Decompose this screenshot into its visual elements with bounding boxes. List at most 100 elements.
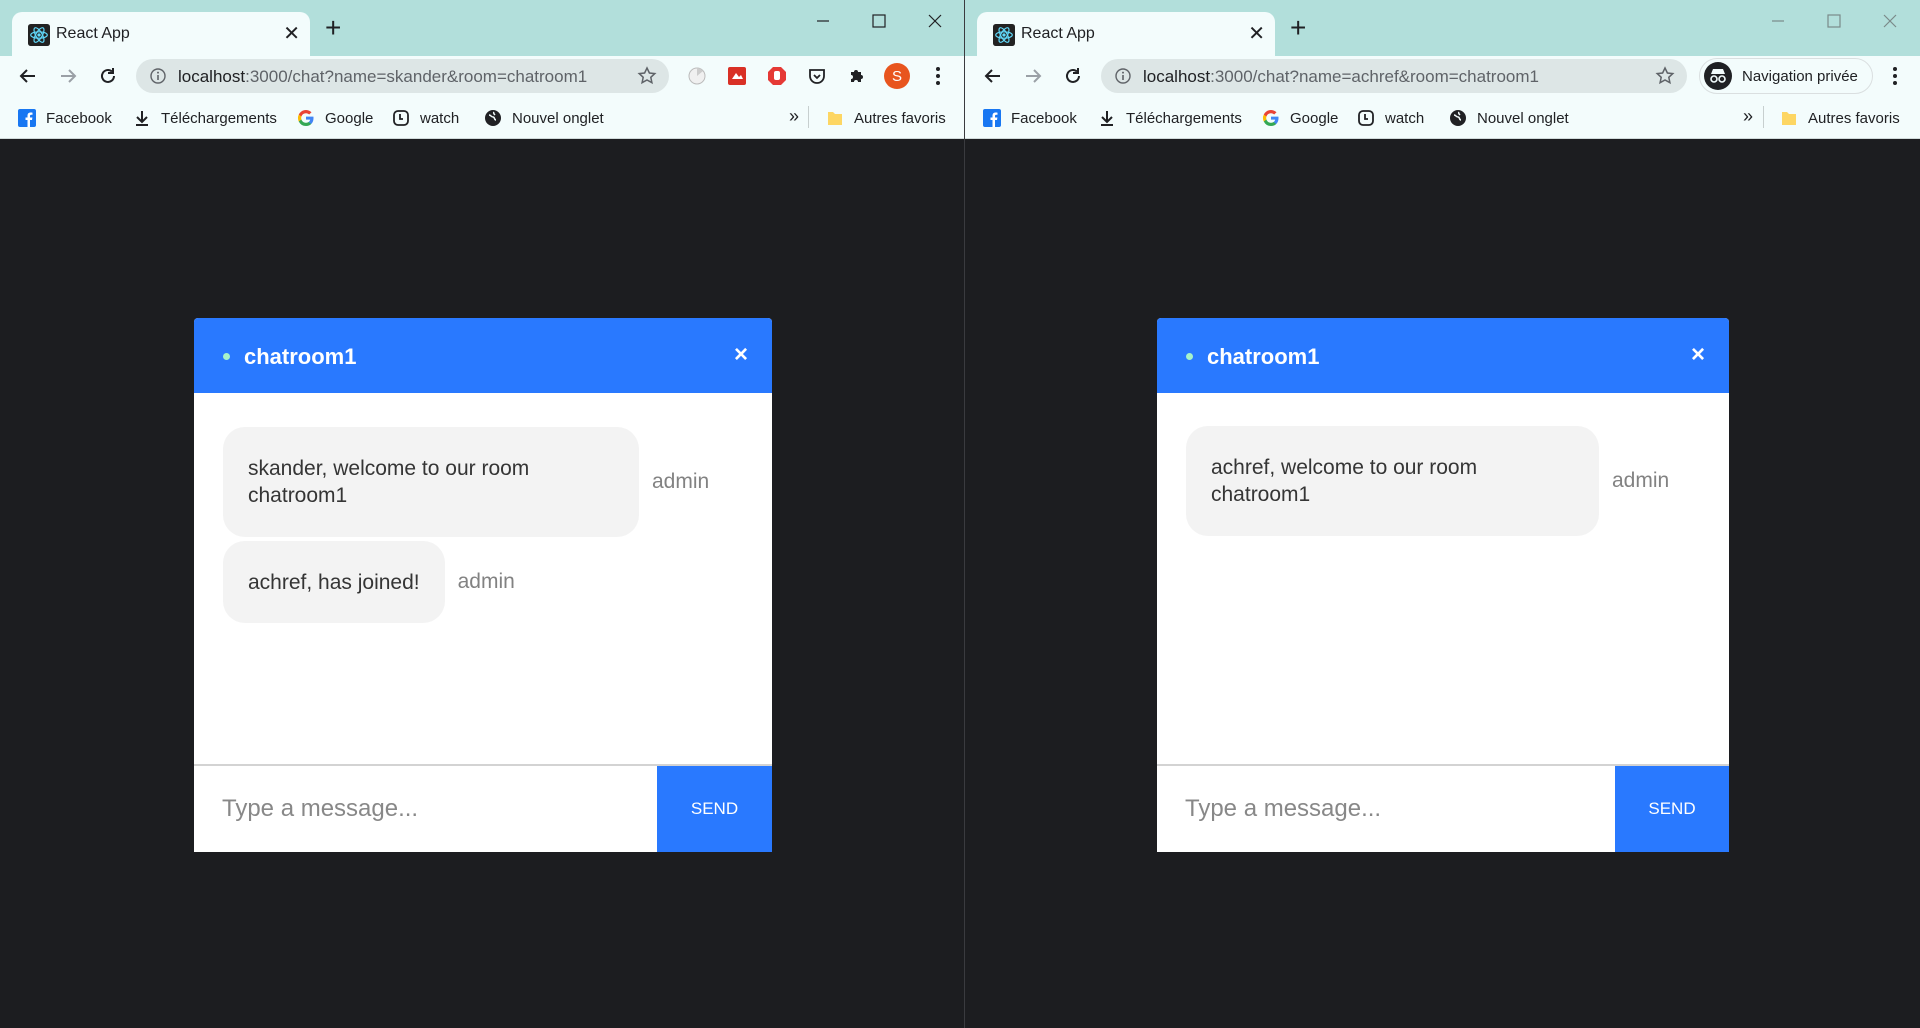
message-sender: admin <box>1612 469 1670 492</box>
toolbar: localhost:3000/chat?name=achref&room=cha… <box>965 56 1920 96</box>
forward-icon[interactable] <box>1019 62 1047 90</box>
bookmark-autres-favoris[interactable]: Autres favoris <box>826 107 946 129</box>
message-composer: SEND <box>194 764 772 852</box>
chat-card: chatroom1 × achref, welcome to our room … <box>1157 318 1729 852</box>
incognito-icon <box>1704 62 1732 90</box>
minimize-icon[interactable] <box>795 6 851 36</box>
bookmark-telechargements[interactable]: Téléchargements <box>133 107 277 129</box>
folder-icon <box>826 109 844 127</box>
bookmark-telechargements[interactable]: Téléchargements <box>1098 107 1242 129</box>
message-bubble: skander, welcome to our room chatroom1 <box>223 427 639 537</box>
window-close-icon[interactable] <box>1862 6 1918 36</box>
bookmark-facebook[interactable]: Facebook <box>983 107 1077 129</box>
forward-icon[interactable] <box>54 62 82 90</box>
message-input[interactable] <box>1157 766 1671 852</box>
react-icon <box>993 24 1015 46</box>
globe-icon <box>484 109 502 127</box>
send-button[interactable]: SEND <box>1615 766 1729 852</box>
profile-avatar[interactable]: S <box>884 63 910 89</box>
message-list: achref, welcome to our room chatroom1 ad… <box>1157 393 1729 783</box>
address-bar[interactable]: localhost:3000/chat?name=achref&room=cha… <box>1101 59 1687 93</box>
back-icon[interactable] <box>14 62 42 90</box>
menu-dots-icon[interactable] <box>1883 64 1907 88</box>
pocket-icon[interactable] <box>806 65 828 87</box>
bookmarks-separator <box>808 106 809 128</box>
bookmark-google[interactable]: Google <box>297 107 373 129</box>
address-bar[interactable]: localhost:3000/chat?name=skander&room=ch… <box>136 59 669 93</box>
bookmarks-separator <box>1763 106 1764 128</box>
window-close-icon[interactable] <box>907 6 963 36</box>
new-tab-icon[interactable]: + <box>325 14 341 42</box>
info-icon[interactable] <box>1115 68 1131 84</box>
bookmarks-bar: Facebook Téléchargements Google watch No… <box>965 96 1920 139</box>
watch-icon <box>392 109 410 127</box>
back-icon[interactable] <box>979 62 1007 90</box>
more-bookmarks-icon[interactable]: » <box>789 106 799 127</box>
tab-title: React App <box>56 25 130 42</box>
bookmark-watch[interactable]: watch <box>1357 107 1424 129</box>
chat-header: chatroom1 × <box>1157 318 1729 393</box>
bookmark-facebook[interactable]: Facebook <box>18 107 112 129</box>
minimize-icon[interactable] <box>1750 6 1806 36</box>
bookmark-nouvel-onglet[interactable]: Nouvel onglet <box>1449 107 1569 129</box>
red-extension-icon[interactable] <box>726 65 748 87</box>
bookmark-nouvel-onglet[interactable]: Nouvel onglet <box>484 107 604 129</box>
online-indicator <box>223 353 230 360</box>
chat-header: chatroom1 × <box>194 318 772 393</box>
puzzle-icon[interactable] <box>846 65 868 87</box>
globe-icon <box>1449 109 1467 127</box>
browser-tab[interactable]: React App ✕ <box>12 12 310 56</box>
message-input[interactable] <box>194 766 659 852</box>
bookmarks-bar: Facebook Téléchargements Google watch No… <box>0 96 964 139</box>
more-bookmarks-icon[interactable]: » <box>1743 106 1753 127</box>
incognito-badge[interactable]: Navigation privée <box>1699 58 1873 94</box>
reload-icon[interactable] <box>94 62 122 90</box>
star-icon[interactable] <box>1655 66 1675 86</box>
chat-card: chatroom1 × skander, welcome to our room… <box>194 318 772 852</box>
message-bubble: achref, has joined! <box>223 541 445 623</box>
message-composer: SEND <box>1157 764 1729 852</box>
watch-icon <box>1357 109 1375 127</box>
browser-tab[interactable]: React App ✕ <box>977 12 1275 56</box>
room-name: chatroom1 <box>244 344 357 369</box>
tab-close-icon[interactable]: ✕ <box>283 23 300 45</box>
toolbar: localhost:3000/chat?name=skander&room=ch… <box>0 56 964 96</box>
room-name: chatroom1 <box>1207 344 1320 369</box>
url-text: localhost:3000/chat?name=achref&room=cha… <box>1143 67 1539 86</box>
reload-icon[interactable] <box>1059 62 1087 90</box>
pie-timer-icon[interactable] <box>686 65 708 87</box>
google-icon <box>297 109 315 127</box>
message-item: skander, welcome to our room chatroom1 a… <box>223 427 709 537</box>
browser-window-left: React App ✕ + localhost:3000/chat?name=s… <box>0 0 964 1028</box>
bookmark-autres-favoris[interactable]: Autres favoris <box>1780 107 1900 129</box>
google-icon <box>1262 109 1280 127</box>
close-chat-icon[interactable]: × <box>734 342 748 368</box>
message-list: skander, welcome to our room chatroom1 a… <box>194 393 772 783</box>
menu-dots-icon[interactable] <box>926 64 950 88</box>
message-sender: admin <box>457 570 515 593</box>
title-bar: React App ✕ + <box>965 0 1920 56</box>
browser-window-right: React App ✕ + localhost:3000/chat?name=a… <box>965 0 1920 1028</box>
bookmark-google[interactable]: Google <box>1262 107 1338 129</box>
facebook-icon <box>18 109 36 127</box>
url-text: localhost:3000/chat?name=skander&room=ch… <box>178 67 588 86</box>
message-item: achref, has joined! admin <box>223 541 515 623</box>
react-icon <box>28 24 50 46</box>
send-button[interactable]: SEND <box>657 766 772 852</box>
facebook-icon <box>983 109 1001 127</box>
message-sender: admin <box>652 470 710 493</box>
maximize-icon[interactable] <box>851 6 907 36</box>
close-chat-icon[interactable]: × <box>1691 342 1705 368</box>
maximize-icon[interactable] <box>1806 6 1862 36</box>
bookmark-watch[interactable]: watch <box>392 107 459 129</box>
title-bar: React App ✕ + <box>0 0 964 56</box>
tab-close-icon[interactable]: ✕ <box>1248 23 1265 45</box>
stop-hand-icon[interactable] <box>766 65 788 87</box>
online-indicator <box>1186 353 1193 360</box>
download-icon <box>1098 109 1116 127</box>
info-icon[interactable] <box>150 68 166 84</box>
tab-title: React App <box>1021 25 1095 42</box>
star-icon[interactable] <box>637 66 657 86</box>
new-tab-icon[interactable]: + <box>1290 14 1306 42</box>
profile-initial: S <box>884 63 910 89</box>
